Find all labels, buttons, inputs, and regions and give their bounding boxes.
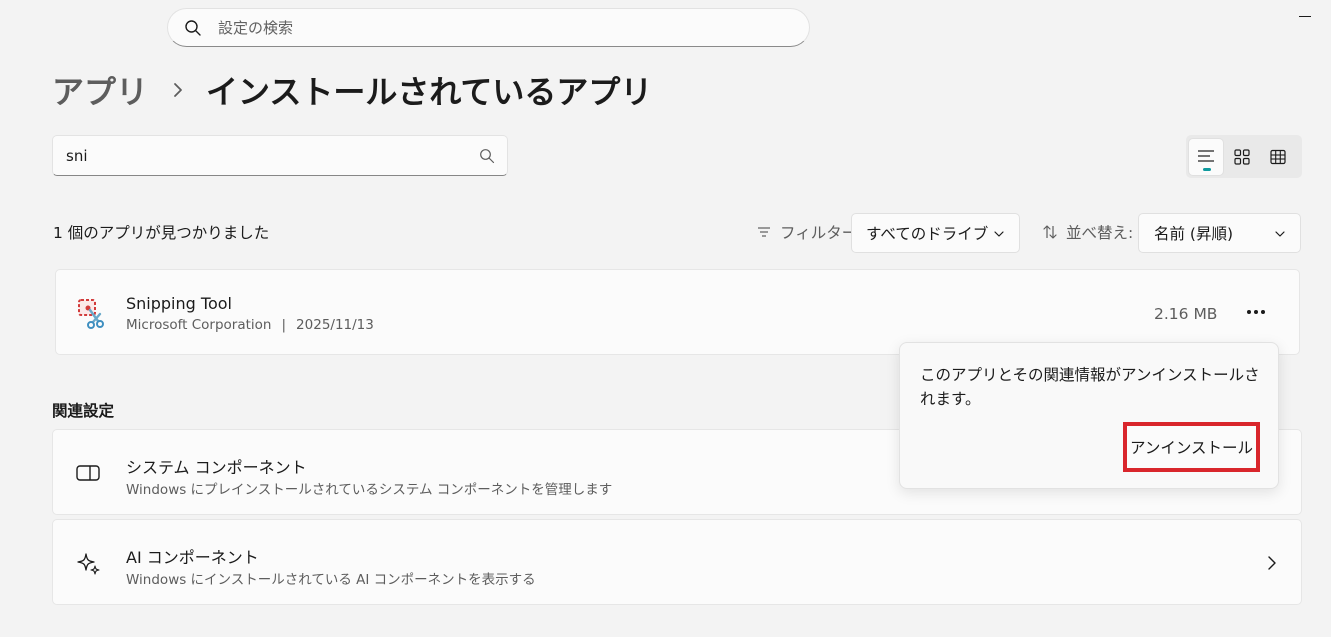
app-size: 2.16 MB [1154, 305, 1218, 323]
list-view-button[interactable] [1188, 137, 1224, 176]
related-settings-heading: 関連設定 [52, 402, 115, 420]
system-component-icon [76, 465, 100, 481]
more-dot [1261, 310, 1265, 314]
uninstall-message: このアプリとその関連情報がアンインストールされます。 [920, 366, 1260, 408]
more-options-button[interactable] [1240, 298, 1272, 326]
chevron-right-icon [174, 83, 182, 97]
settings-search-box[interactable] [167, 8, 810, 47]
minimize-button[interactable] [1299, 16, 1311, 17]
result-count: 1 個のアプリが見つかりました [53, 224, 270, 242]
table-view-icon [1270, 149, 1286, 164]
search-icon [185, 19, 201, 36]
app-publisher: Microsoft Corporation [126, 317, 272, 333]
setting-title: システム コンポーネント [126, 458, 307, 477]
app-name: Snipping Tool [126, 294, 232, 313]
app-search-box[interactable] [52, 135, 508, 176]
chevron-down-icon [1275, 231, 1285, 237]
sort-label-text: 並べ替え: [1066, 224, 1134, 242]
breadcrumb: アプリ インストールされているアプリ [52, 68, 652, 112]
uninstall-flyout: このアプリとその関連情報がアンインストールされます。 アンインストール [899, 342, 1279, 489]
ai-components-link[interactable]: AI コンポーネント Windows にインストールされている AI コンポーネ… [52, 519, 1302, 605]
setting-title: AI コンポーネント [126, 548, 259, 567]
meta-separator: | [281, 317, 287, 333]
sort-dropdown[interactable]: 名前 (昇順) [1138, 213, 1301, 253]
sparkle-icon [77, 553, 100, 575]
sort-value: 名前 (昇順) [1154, 225, 1234, 243]
more-dot [1247, 310, 1251, 314]
view-toggle [1186, 135, 1302, 178]
app-meta: Microsoft Corporation | 2025/11/13 [126, 317, 374, 333]
list-view-icon [1198, 149, 1214, 162]
app-search-input[interactable] [66, 146, 466, 165]
sort-label: 並べ替え: [1042, 221, 1133, 243]
grid-view-icon [1234, 148, 1250, 165]
snipping-tool-icon [78, 299, 104, 329]
chevron-right-icon [1268, 556, 1276, 570]
filter-value: すべてのドライブ [866, 225, 989, 243]
chevron-down-icon [994, 231, 1004, 237]
more-dot [1254, 310, 1258, 314]
search-icon[interactable] [479, 148, 495, 164]
filter-dropdown[interactable]: すべてのドライブ [851, 213, 1020, 253]
setting-description: Windows にインストールされている AI コンポーネントを表示する [126, 572, 536, 588]
uninstall-button[interactable]: アンインストール [1123, 422, 1260, 472]
filter-icon [758, 227, 770, 237]
filter-label: フィルター: [757, 221, 862, 243]
grid-view-button[interactable] [1224, 138, 1260, 176]
table-view-button[interactable] [1260, 138, 1296, 176]
sort-icon [1043, 225, 1057, 239]
page-title: インストールされているアプリ [206, 73, 653, 111]
settings-search-input[interactable] [218, 18, 778, 37]
setting-description: Windows にプレインストールされているシステム コンポーネントを管理します [126, 482, 613, 498]
breadcrumb-parent[interactable]: アプリ [52, 67, 148, 113]
app-install-date: 2025/11/13 [296, 317, 374, 333]
selected-indicator [1203, 167, 1211, 171]
